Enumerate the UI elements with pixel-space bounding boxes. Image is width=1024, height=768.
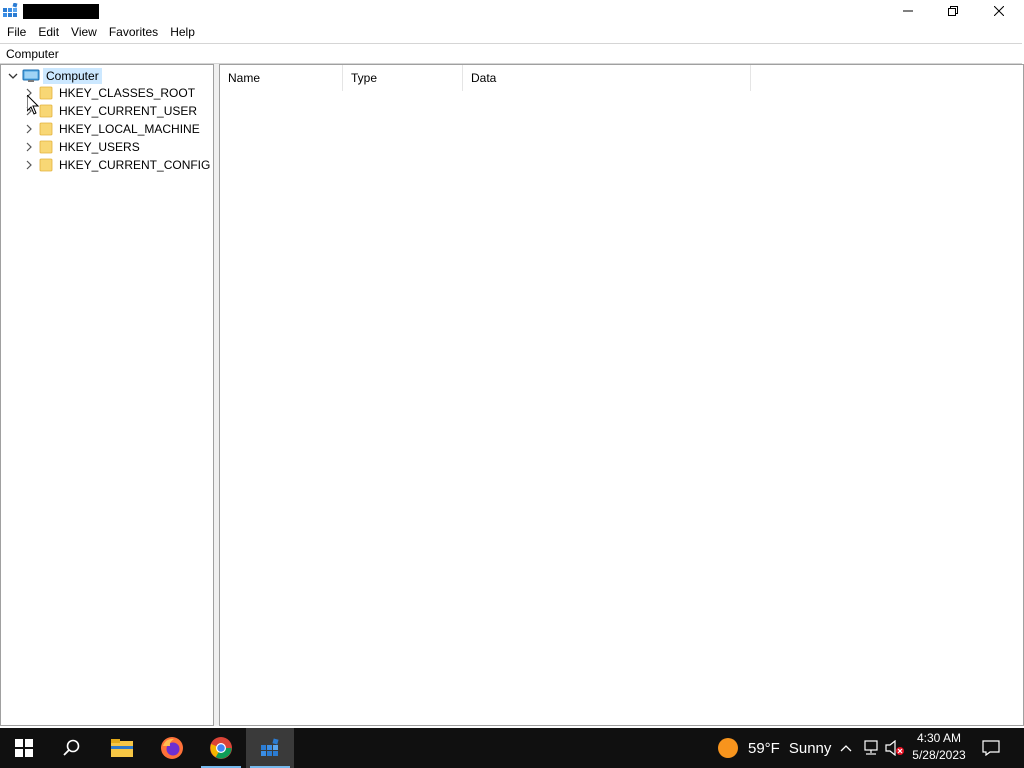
- weather-widget[interactable]: 59°F Sunny: [718, 728, 831, 768]
- chevron-right-icon[interactable]: [23, 120, 35, 138]
- tree-item-hive[interactable]: HKEY_CLASSES_ROOT: [23, 84, 195, 102]
- sun-icon: [718, 738, 738, 758]
- start-button[interactable]: [0, 728, 48, 768]
- chevron-right-icon[interactable]: [23, 156, 35, 174]
- title-bar[interactable]: [0, 0, 1024, 22]
- close-icon: [994, 6, 1004, 16]
- registry-editor-button[interactable]: [246, 728, 294, 768]
- menu-bar: File Edit View Favorites Help: [0, 23, 1024, 42]
- notification-icon: [982, 740, 1000, 756]
- search-icon: [63, 739, 80, 756]
- network-button[interactable]: [861, 728, 881, 768]
- folder-icon: [39, 104, 53, 118]
- folder-icon: [39, 140, 53, 154]
- chevron-up-icon: [840, 745, 852, 752]
- values-list-pane[interactable]: Name Type Data: [219, 64, 1024, 726]
- close-button[interactable]: [976, 0, 1022, 22]
- notification-center-button[interactable]: [980, 728, 1002, 768]
- menu-file[interactable]: File: [0, 23, 32, 42]
- taskbar: 59°F Sunny 4:30 AM 5/28/2023: [0, 728, 1024, 768]
- menu-edit[interactable]: Edit: [32, 23, 65, 42]
- taskbar-clock[interactable]: 4:30 AM 5/28/2023: [905, 730, 973, 766]
- column-header-type[interactable]: Type: [343, 65, 463, 91]
- restore-button[interactable]: [930, 0, 976, 22]
- chevron-right-icon[interactable]: [23, 138, 35, 156]
- minimize-button[interactable]: [885, 0, 931, 22]
- mouse-cursor-icon: [26, 93, 40, 115]
- firefox-button[interactable]: [148, 728, 196, 768]
- folder-icon: [39, 122, 53, 136]
- volume-muted-icon: [885, 740, 904, 756]
- firefox-icon: [161, 737, 183, 759]
- chrome-button[interactable]: [197, 728, 245, 768]
- chrome-icon: [210, 737, 232, 759]
- column-header-name[interactable]: Name: [220, 65, 343, 91]
- tree-item-label[interactable]: HKEY_CLASSES_ROOT: [59, 86, 195, 100]
- tree-item-hive[interactable]: HKEY_CURRENT_USER: [23, 102, 197, 120]
- registry-editor-icon: [261, 738, 279, 756]
- clock-date: 5/28/2023: [912, 748, 966, 762]
- chevron-down-icon[interactable]: [7, 67, 19, 85]
- tree-item-hive[interactable]: HKEY_CURRENT_CONFIG: [23, 156, 210, 174]
- windows-logo-icon: [15, 739, 33, 757]
- tree-item-label[interactable]: HKEY_CURRENT_USER: [59, 104, 197, 118]
- tree-item-label[interactable]: HKEY_USERS: [59, 140, 140, 154]
- address-bar[interactable]: Computer: [0, 43, 1022, 64]
- search-button[interactable]: [48, 728, 96, 768]
- folder-icon: [39, 86, 53, 100]
- menu-view[interactable]: View: [65, 23, 103, 42]
- minimize-icon: [903, 10, 913, 12]
- column-header-data[interactable]: Data: [463, 65, 751, 91]
- computer-icon: [22, 69, 40, 83]
- window-title-redacted: [23, 4, 99, 19]
- address-path[interactable]: Computer: [6, 47, 59, 61]
- show-hidden-icons-button[interactable]: [838, 728, 854, 768]
- tree-item-hive[interactable]: HKEY_USERS: [23, 138, 140, 156]
- network-icon: [864, 740, 878, 755]
- menu-help[interactable]: Help: [164, 23, 201, 42]
- weather-condition: Sunny: [788, 739, 832, 757]
- file-explorer-button[interactable]: [98, 728, 146, 768]
- column-headers: Name Type Data: [220, 65, 1023, 91]
- weather-temperature: 59°F: [748, 739, 780, 757]
- tree-item-label[interactable]: HKEY_CURRENT_CONFIG: [59, 158, 210, 172]
- folder-icon: [39, 158, 53, 172]
- tree-item-label[interactable]: HKEY_LOCAL_MACHINE: [59, 122, 200, 136]
- tree-item-hive[interactable]: HKEY_LOCAL_MACHINE: [23, 120, 200, 138]
- tree-item-computer[interactable]: Computer: [7, 67, 102, 85]
- clock-time: 4:30 AM: [916, 731, 962, 745]
- restore-icon: [948, 6, 958, 16]
- key-tree-pane[interactable]: Computer HKEY_CLASSES_ROOT HKEY_CURRENT_…: [0, 64, 214, 726]
- volume-button[interactable]: [885, 728, 905, 768]
- menu-favorites[interactable]: Favorites: [103, 23, 164, 42]
- registry-editor-app-icon[interactable]: [2, 2, 18, 19]
- tree-root-label[interactable]: Computer: [43, 68, 102, 84]
- file-explorer-icon: [111, 739, 133, 757]
